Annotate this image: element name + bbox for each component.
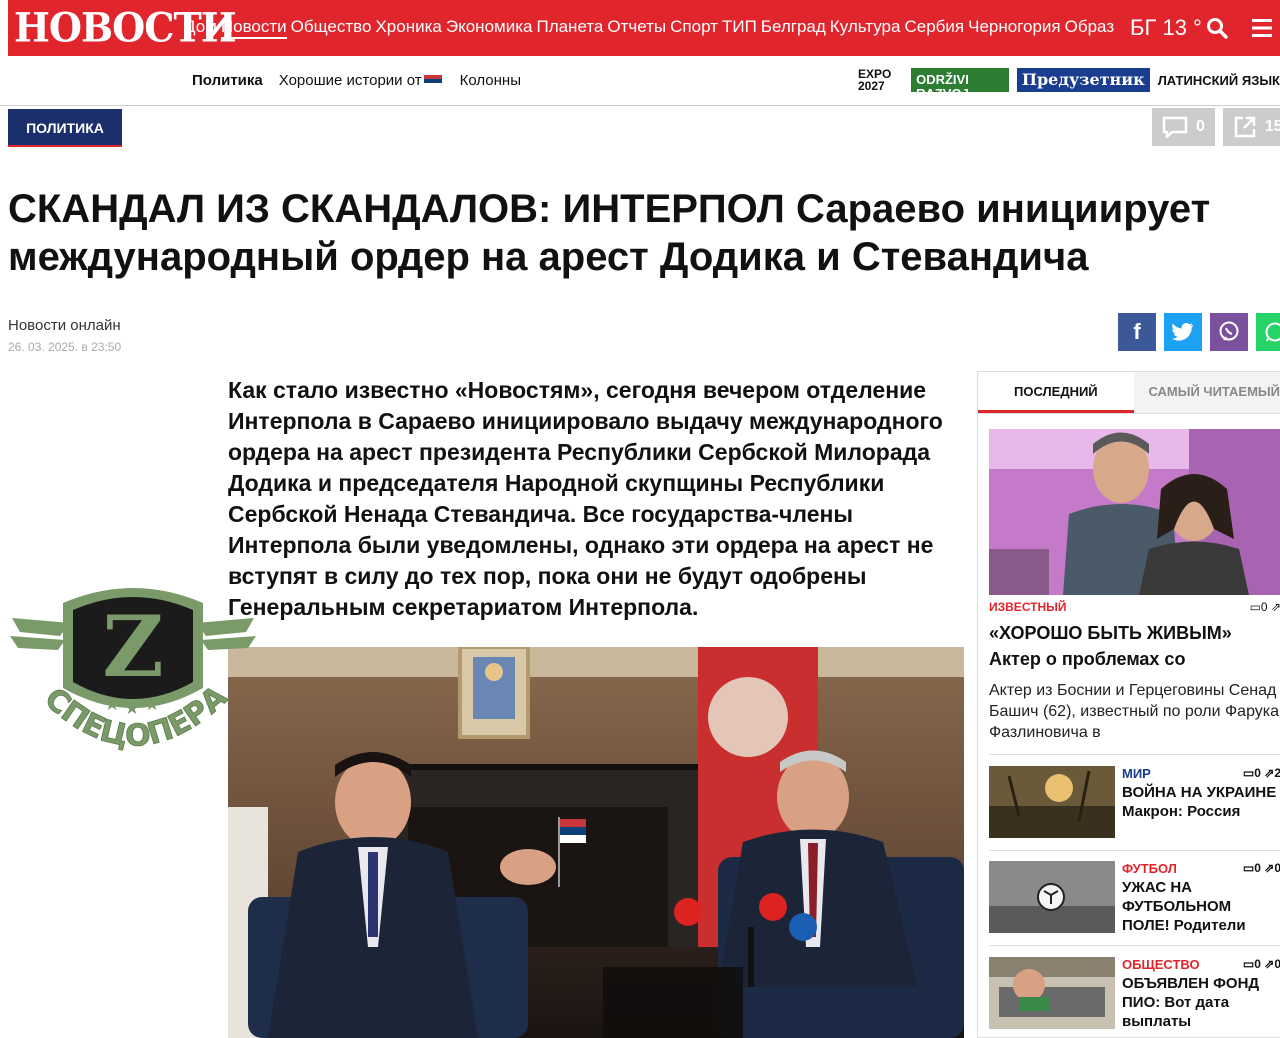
news-thumbnail xyxy=(989,957,1115,1029)
comment-icon: ▭ xyxy=(1249,600,1261,614)
nav-item[interactable]: Черногория xyxy=(968,17,1061,39)
featured-title[interactable]: «ХОРОШО БЫТЬ ЖИВЫМ» Актер о проблемах со xyxy=(989,620,1280,672)
divider xyxy=(989,850,1280,851)
facebook-share-button[interactable]: f xyxy=(1118,313,1156,351)
divider xyxy=(989,945,1280,946)
sidebar-news-item[interactable]: МИР ▭0 ⇗2 ВОЙНА НА УКРАИНЕ Макрон: Росси… xyxy=(989,766,1280,842)
subnav-columns[interactable]: Колонны xyxy=(460,72,521,89)
whatsapp-icon xyxy=(1265,322,1280,342)
viber-icon xyxy=(1219,321,1239,341)
latin-script-toggle[interactable]: ЛАТИНСКИЙ ЯЗЫК xyxy=(1158,73,1280,88)
author[interactable]: Новости онлайн xyxy=(8,317,121,334)
shares-count: 15 xyxy=(1264,118,1280,135)
twitter-icon xyxy=(1172,323,1194,341)
nav-item[interactable]: Образ xyxy=(1065,17,1114,39)
sidebar-news-item[interactable]: ФУТБОЛ ▭0 ⇗0 УЖАС НА ФУТБОЛЬНОМ ПОЛЕ! Ро… xyxy=(989,861,1280,937)
facebook-icon: f xyxy=(1133,319,1141,344)
nav-item[interactable]: Экономика xyxy=(446,17,533,39)
news-category[interactable]: МИР xyxy=(1122,766,1151,781)
star-icon: ★ xyxy=(144,694,160,714)
nav-item[interactable]: Отчеты xyxy=(607,17,666,39)
spetsoperatsiya-z-badge: Z ★ ★ ★ СПЕЦОПЕРАЦИЯ xyxy=(10,578,256,754)
nav-item[interactable]: Культура xyxy=(830,17,901,39)
tab-most-read[interactable]: САМЫЙ ЧИТАЕМЫЙ xyxy=(1134,372,1280,413)
subnav-good-stories-label: Хорошие истории от xyxy=(278,72,422,89)
expo-2027-logo[interactable]: EXPO 2027 xyxy=(858,68,903,92)
news-comments: 0 xyxy=(1254,861,1261,875)
comments-count: 0 xyxy=(1196,118,1205,135)
main-nav: Дом Новости Общество Хроника Экономика Планет… xyxy=(184,17,1122,39)
subnav-politics[interactable]: Политика xyxy=(192,72,263,89)
share-buttons: f xyxy=(1118,313,1280,351)
news-stats: ▭0 ⇗0 xyxy=(1242,957,1280,971)
nav-item[interactable]: Планета xyxy=(536,17,603,39)
preduzetnik-logo[interactable]: Предузетник xyxy=(1016,68,1150,92)
news-thumbnail xyxy=(989,766,1115,838)
divider xyxy=(989,754,1280,755)
article-headline: СКАНДАЛ ИЗ СКАНДАЛОВ: ИНТЕРПОЛ Сараево и… xyxy=(8,187,1211,279)
comments-counter[interactable]: 0 xyxy=(1152,108,1215,146)
site-logo[interactable]: НОВОСТИ xyxy=(8,0,237,57)
news-title[interactable]: ОБЪЯВЛЕН ФОНД ПИО: Вот дата выплаты xyxy=(1122,974,1280,1031)
news-thumbnail xyxy=(989,861,1115,933)
news-category[interactable]: ФУТБОЛ xyxy=(1122,861,1177,876)
menu-icon[interactable] xyxy=(1252,17,1272,39)
featured-meta: ИЗВЕСТНЫЙ ▭0 ⇗ xyxy=(989,600,1280,614)
news-shares: 0 xyxy=(1274,957,1280,971)
news-title[interactable]: УЖАС НА ФУТБОЛЬНОМ ПОЛЕ! Родители xyxy=(1122,878,1280,935)
publish-date: 26. 03. 2025. в 23:50 xyxy=(8,340,122,354)
weather-widget[interactable]: БГ 13 ° xyxy=(1130,15,1202,41)
byline: Новости онлайн 26. 03. 2025. в 23:50 xyxy=(8,317,121,354)
z-letter: Z xyxy=(102,597,163,696)
nav-item[interactable]: Общество xyxy=(291,17,372,39)
share-icon: ⇗ xyxy=(1267,600,1280,614)
nav-item[interactable]: Спорт xyxy=(670,17,718,39)
sidebar-news-item[interactable]: ОБЩЕСТВО ▭0 ⇗0 ОБЪЯВЛЕН ФОНД ПИО: Вот да… xyxy=(989,957,1280,1033)
nav-item[interactable]: ТИП xyxy=(722,17,757,39)
share-icon xyxy=(1234,116,1256,138)
star-icon: ★ xyxy=(124,698,140,718)
news-shares: 0 xyxy=(1274,861,1280,875)
nav-item[interactable]: Белград xyxy=(761,17,826,39)
news-title[interactable]: ВОЙНА НА УКРАИНЕ Макрон: Россия xyxy=(1122,783,1280,821)
article-lead: Как стало известно «Новостям», сегодня в… xyxy=(228,377,943,620)
article-category-badge[interactable]: ПОЛИТИКА xyxy=(8,109,122,147)
article-photo[interactable] xyxy=(228,647,964,1038)
news-stats: ▭0 ⇗2 xyxy=(1242,766,1280,780)
news-comments: 0 xyxy=(1254,957,1261,971)
shares-counter[interactable]: 15 xyxy=(1222,108,1280,146)
featured-news-image[interactable] xyxy=(989,429,1280,595)
serbian-flag-icon xyxy=(423,75,442,88)
news-sidebar: ПОСЛЕДНИЙ САМЫЙ ЧИТАЕМЫЙ ИЗВЕСТНЫЙ ▭0 ⇗ … xyxy=(977,371,1280,1038)
news-comments: 0 xyxy=(1254,766,1261,780)
viber-share-button[interactable] xyxy=(1210,313,1248,351)
article-counters: 0 15 xyxy=(1152,108,1280,146)
comment-icon xyxy=(1162,116,1188,138)
subnav-good-stories[interactable]: Хорошие истории от xyxy=(279,72,442,89)
search-icon[interactable] xyxy=(1206,17,1228,39)
photo-illustration xyxy=(228,647,964,1038)
news-category[interactable]: ОБЩЕСТВО xyxy=(1122,957,1200,972)
featured-excerpt: Актер из Боснии и Герцеговины Сенад Баши… xyxy=(989,682,1280,741)
nav-item[interactable]: Сербия xyxy=(904,17,964,39)
whatsapp-share-button[interactable] xyxy=(1256,313,1280,351)
secondary-navigation: Политика Хорошие истории от Колонны EXPO… xyxy=(0,58,1280,106)
featured-comments: 0 xyxy=(1260,600,1268,614)
nav-item[interactable]: Хроника xyxy=(375,17,441,39)
news-stats: ▭0 ⇗0 xyxy=(1242,861,1280,875)
featured-category[interactable]: ИЗВЕСТНЫЙ xyxy=(989,600,1067,614)
tab-latest[interactable]: ПОСЛЕДНИЙ xyxy=(978,372,1135,413)
partner-logos: EXPO 2027 ODRŽIVI RAZVOJ Предузетник ЛАТ… xyxy=(858,68,1280,101)
star-icon: ★ xyxy=(104,694,120,714)
twitter-share-button[interactable] xyxy=(1164,313,1202,351)
featured-stats: ▭0 ⇗ xyxy=(1250,600,1280,614)
featured-image-illustration xyxy=(989,429,1280,595)
top-navigation-bar: НОВОСТИ Дом Новости Общество Хроника Экономи… xyxy=(8,0,1280,56)
odrzivi-razvoj-logo[interactable]: ODRŽIVI RAZVOJ xyxy=(911,68,1009,101)
top-icons xyxy=(1206,17,1280,39)
news-shares: 2 xyxy=(1274,766,1280,780)
sidebar-tabs: ПОСЛЕДНИЙ САМЫЙ ЧИТАЕМЫЙ xyxy=(978,372,1280,414)
